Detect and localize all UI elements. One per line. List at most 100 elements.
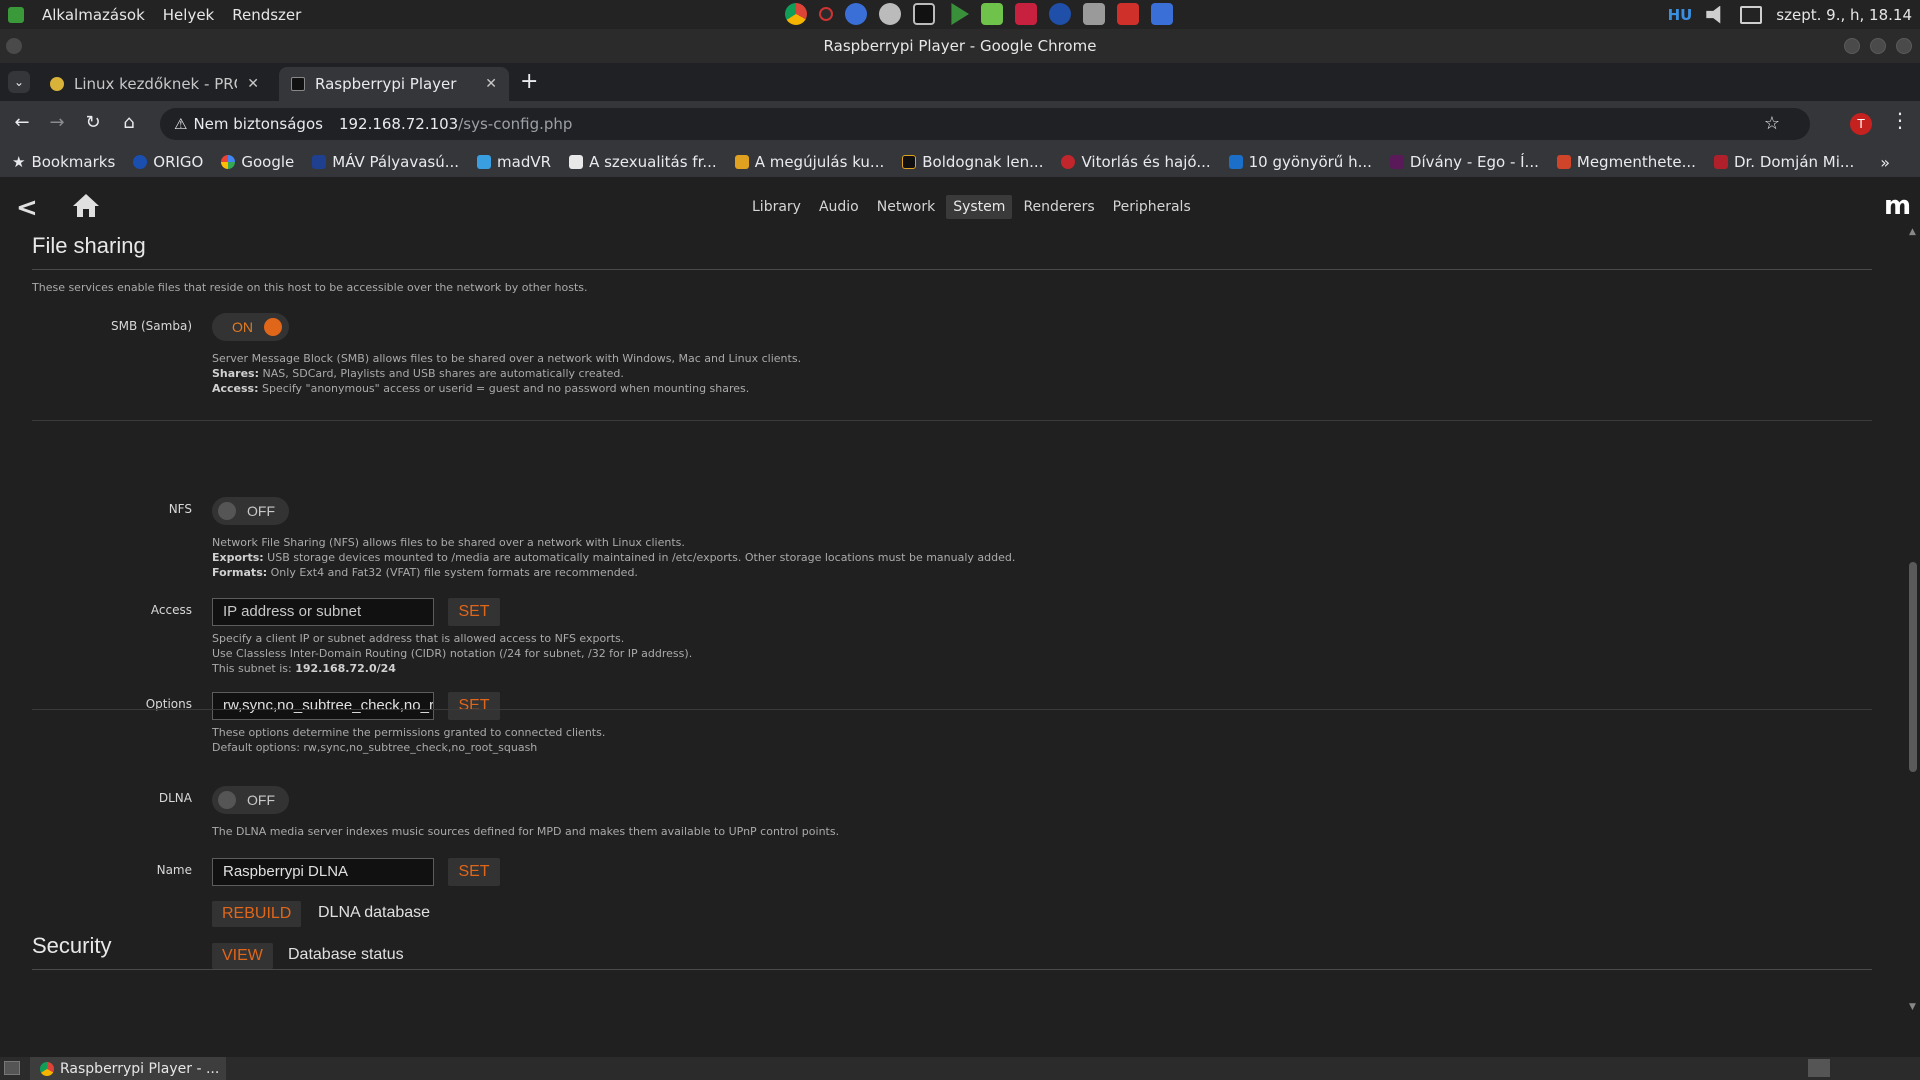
dlna-label: DLNA <box>158 791 192 805</box>
address-bar[interactable]: ⚠ Nem biztonságos 192.168.72.103 /sys-co… <box>160 108 1810 140</box>
media-launcher-icon[interactable] <box>951 3 969 25</box>
taskbar-window-item[interactable]: Raspberrypi Player - ... <box>30 1057 226 1080</box>
volume-icon[interactable] <box>1706 5 1721 24</box>
dlna-toggle[interactable]: OFF <box>212 786 289 814</box>
dlna-name-label: Name <box>156 863 192 877</box>
url-host: 192.168.72.103 <box>338 115 459 133</box>
security-indicator[interactable]: Nem biztonságos <box>193 115 322 133</box>
clock[interactable]: szept. 9., h, 18.14 <box>1776 6 1912 24</box>
bookmark-item[interactable]: Megmenthete... <box>1556 153 1696 171</box>
nfs-toggle[interactable]: OFF <box>212 497 289 525</box>
system-status-area: HU szept. 9., h, 18.14 <box>1668 0 1912 29</box>
madvr-favicon-icon <box>477 155 492 169</box>
network-launcher-icon[interactable] <box>1151 3 1173 25</box>
tab-system[interactable]: System <box>946 195 1013 219</box>
bookmark-item[interactable]: ★ Bookmarks <box>12 153 115 171</box>
tab-raspberrypi-player[interactable]: Raspberrypi Player ✕ <box>279 67 509 101</box>
files-launcher-icon[interactable] <box>1083 3 1105 25</box>
window-menu-button[interactable] <box>6 38 22 54</box>
bookmark-item[interactable]: Dívány - Ego - Í... <box>1389 153 1539 171</box>
vscode-launcher-icon[interactable] <box>1049 3 1071 25</box>
menu-applications[interactable]: Alkalmazások <box>42 6 145 24</box>
launcher-tray <box>785 3 1173 25</box>
forward-arrow-icon[interactable]: → <box>45 112 69 133</box>
bookmark-item[interactable]: A szexualitás fr... <box>569 153 717 171</box>
tab-peripherals[interactable]: Peripherals <box>1106 195 1198 219</box>
bookmark-item[interactable]: MÁV Pályavasú... <box>312 153 459 171</box>
nfs-access-label: Access <box>150 603 192 617</box>
scroll-down-icon[interactable]: ▼ <box>1909 1002 1916 1012</box>
home-browser-icon[interactable]: ⌂ <box>117 112 141 133</box>
bookmark-item[interactable]: 10 gyönyörű h... <box>1228 153 1372 171</box>
nfs-access-input[interactable]: IP address or subnet <box>212 598 434 626</box>
tab-search-button[interactable]: ⌄ <box>8 71 30 93</box>
show-desktop-icon[interactable] <box>4 1061 20 1075</box>
page-favicon-icon <box>1713 155 1728 169</box>
close-tab-icon[interactable]: ✕ <box>247 76 259 92</box>
raspberry-launcher-icon[interactable] <box>1015 3 1037 25</box>
home-icon[interactable] <box>73 194 99 218</box>
bookmark-star-icon[interactable]: ☆ <box>1764 113 1780 134</box>
chrome-launcher-icon[interactable] <box>785 3 807 25</box>
keyboard-layout-indicator[interactable]: HU <box>1668 6 1693 24</box>
tab-favicon-icon <box>50 77 64 91</box>
rebuild-button[interactable]: REBUILD <box>212 901 302 927</box>
tab-linux[interactable]: Linux kezdőknek - PROHA ✕ <box>38 67 271 101</box>
back-chevron-icon[interactable]: < <box>16 193 38 223</box>
reload-icon[interactable]: ↻ <box>81 112 105 133</box>
tab-library[interactable]: Library <box>745 195 808 219</box>
package-launcher-icon[interactable] <box>981 3 1003 25</box>
smb-label: SMB (Samba) <box>110 319 192 333</box>
bookmark-item[interactable]: A megújulás ku... <box>734 153 884 171</box>
mpv-launcher-icon[interactable] <box>845 3 867 25</box>
page-scrollbar[interactable]: ▲ ▼ <box>1906 227 1920 1012</box>
section-intro: These services enable files that reside … <box>32 281 588 294</box>
tab-renderers[interactable]: Renderers <box>1016 195 1101 219</box>
scroll-up-icon[interactable]: ▲ <box>1909 227 1916 237</box>
more-bookmarks-icon[interactable]: » <box>1880 153 1890 172</box>
menu-places[interactable]: Helyek <box>163 6 214 24</box>
tab-audio[interactable]: Audio <box>812 195 866 219</box>
dc-launcher-icon[interactable] <box>1117 3 1139 25</box>
nfs-options-set-button[interactable]: SET <box>448 692 500 720</box>
close-window-button[interactable] <box>1896 38 1912 54</box>
moode-logo[interactable]: m <box>1884 191 1911 221</box>
dlna-name-input-wrap: Raspberrypi DLNA <box>212 858 434 886</box>
tab-network[interactable]: Network <box>870 195 942 219</box>
bookmark-item[interactable]: Vitorlás és hajó... <box>1061 153 1211 171</box>
terminal-launcher-icon[interactable] <box>913 3 935 25</box>
browser-menu-icon[interactable]: ⋮ <box>1890 108 1910 132</box>
profile-avatar[interactable]: T <box>1850 113 1872 135</box>
minimize-button[interactable] <box>1844 38 1860 54</box>
applications-icon[interactable] <box>8 6 24 23</box>
network-status-icon[interactable] <box>1740 5 1763 24</box>
url-path: /sys-config.php <box>458 115 573 133</box>
back-arrow-icon[interactable]: ← <box>10 112 34 133</box>
nfs-access-set-button[interactable]: SET <box>448 598 500 626</box>
page-favicon-icon <box>1061 155 1076 169</box>
bookmark-item[interactable]: Google <box>221 153 294 171</box>
page-favicon-icon <box>1556 155 1571 169</box>
dlna-name-input[interactable]: Raspberrypi DLNA <box>212 858 434 886</box>
dlna-name-set-button[interactable]: SET <box>448 858 500 886</box>
nfs-options-input[interactable]: rw,sync,no_subtree_check,no_root_squash <box>212 692 434 720</box>
close-tab-icon[interactable]: ✕ <box>485 76 497 92</box>
warning-icon[interactable]: ⚠ <box>174 115 187 133</box>
nfs-access-help: Specify a client IP or subnet address th… <box>212 632 693 675</box>
smb-toggle[interactable]: ON <box>212 313 289 341</box>
bookmarks-bar: ★ Bookmarks ORIGO Google MÁV Pályavasú...… <box>0 147 1920 177</box>
scrollbar-thumb[interactable] <box>1909 562 1917 772</box>
new-tab-button[interactable]: + <box>520 71 538 93</box>
menu-system[interactable]: Rendszer <box>232 6 301 24</box>
bookmark-item[interactable]: Dr. Domján Mi... <box>1713 153 1854 171</box>
settings-launcher-icon[interactable] <box>879 3 901 25</box>
app-launcher-icon[interactable] <box>819 7 833 21</box>
bookmark-item[interactable]: Boldognak len... <box>902 153 1043 171</box>
origo-favicon-icon <box>133 155 148 169</box>
bookmark-item[interactable]: ORIGO <box>133 153 203 171</box>
bookmark-item[interactable]: madVR <box>477 153 551 171</box>
section-title-file-sharing: File sharing <box>32 233 1872 270</box>
workspace-switcher-icon[interactable] <box>1808 1059 1830 1077</box>
divider <box>32 709 1872 710</box>
maximize-button[interactable] <box>1870 38 1886 54</box>
